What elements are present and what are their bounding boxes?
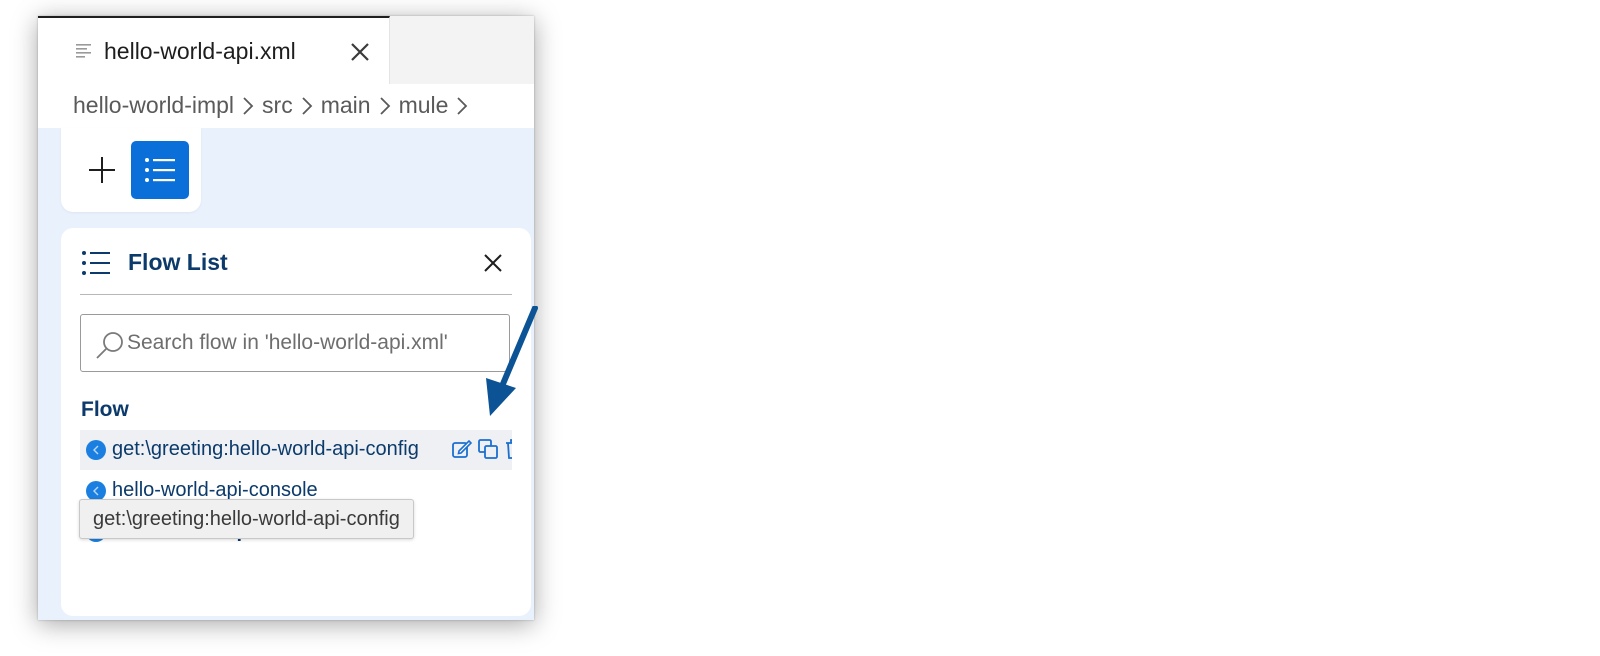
plus-icon [89,157,115,183]
panel-title: Flow List [128,249,228,275]
delete-icon[interactable] [503,438,512,460]
close-icon[interactable] [348,40,372,64]
flow-list-button[interactable] [131,141,189,199]
breadcrumb-item-src[interactable]: src [262,92,293,119]
search-icon [96,332,123,359]
tab-hello-world-api-xml[interactable]: hello-world-api.xml [38,16,390,84]
chevron-right-icon [302,96,312,115]
tab-bar: hello-world-api.xml [38,16,534,85]
file-lines-icon [76,44,91,58]
duplicate-icon[interactable] [477,438,499,460]
flow-icon [86,440,106,460]
list-icon [82,251,110,275]
breadcrumb-item-main[interactable]: main [321,92,371,119]
flow-canvas: Flow List Flow get:\greeting:hello-world… [38,128,534,620]
breadcrumb: hello-world-impl src main mule [38,84,534,129]
edit-icon[interactable] [451,438,473,460]
close-icon[interactable] [481,251,505,275]
tab-title: hello-world-api.xml [104,38,296,64]
add-component-button[interactable] [79,141,125,199]
panel-divider [80,294,512,295]
flow-icon [86,481,106,501]
chevron-right-icon [243,96,254,115]
flow-list-panel: Flow List Flow get:\greeting:hello-world… [61,228,531,616]
annotation-arrow-icon [486,306,538,416]
breadcrumb-item-hello-world-impl[interactable]: hello-world-impl [73,92,234,119]
breadcrumb-item-mule[interactable]: mule [399,92,449,119]
flow-section-label: Flow [81,398,129,421]
flow-item-get-greeting[interactable]: get:\greeting:hello-world-api-config [80,430,512,470]
chevron-right-icon [379,96,390,115]
list-icon [145,158,175,182]
search-box [80,314,510,372]
flow-tooltip: get:\greeting:hello-world-api-config [79,499,414,539]
search-flow-input[interactable] [127,315,507,371]
flow-item-label: get:\greeting:hello-world-api-config [112,438,419,460]
canvas-toolbar [61,128,201,212]
flow-item-actions [451,438,512,462]
chevron-right-icon [457,96,468,115]
